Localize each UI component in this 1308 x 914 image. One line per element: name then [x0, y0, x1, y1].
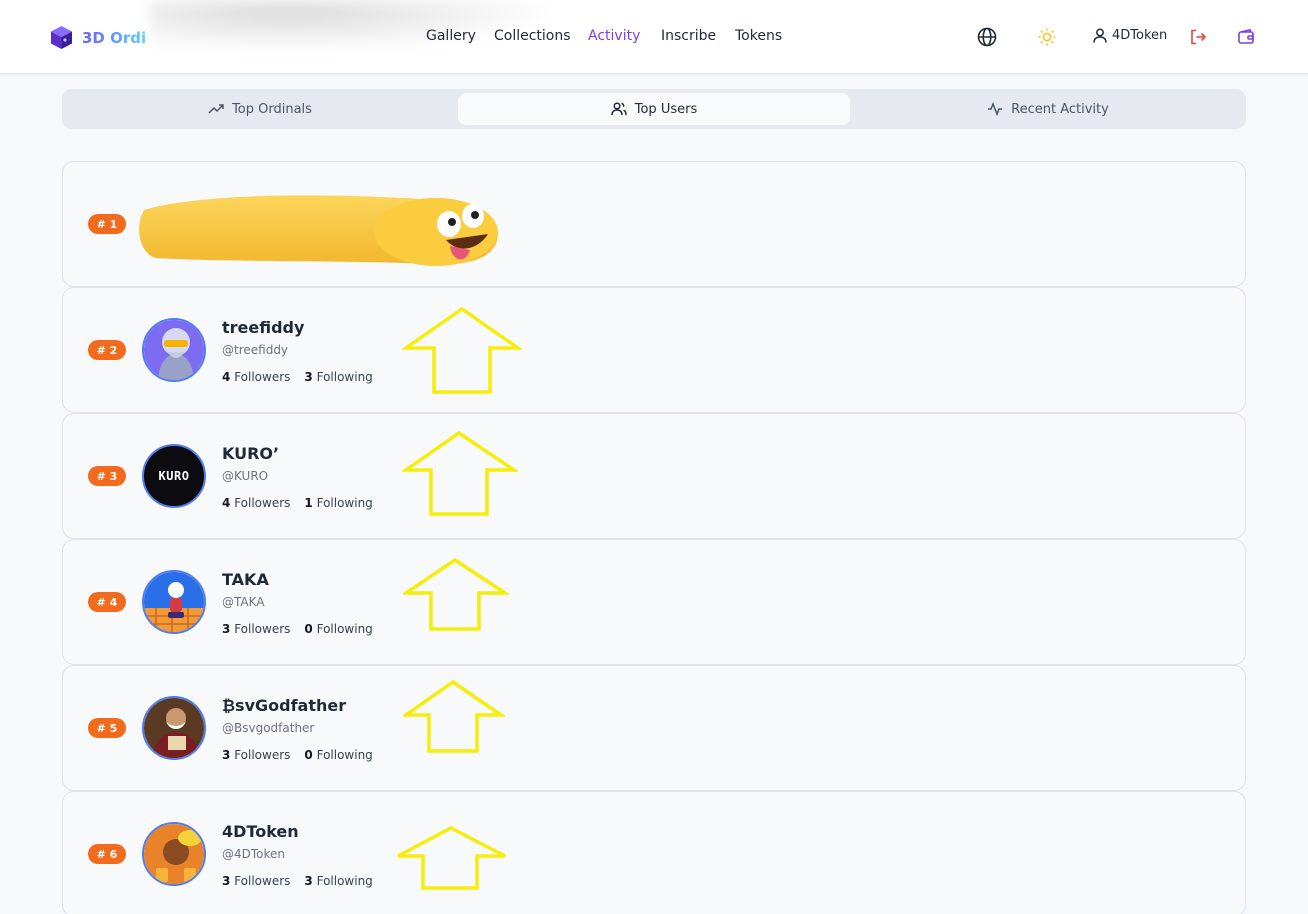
user-icon — [1093, 28, 1107, 43]
followers-stat: 4 Followers — [222, 370, 291, 384]
tab-top-ordinals-label: Top Ordinals — [232, 101, 312, 117]
user-handle: @TAKA — [222, 595, 265, 609]
following-stat: 3 Following — [304, 874, 373, 888]
avatar-image — [144, 320, 204, 380]
cube-logo-icon — [51, 26, 72, 49]
avatar[interactable] — [142, 570, 206, 634]
avatar-image — [144, 572, 204, 632]
annotation-arrow-icon — [403, 679, 505, 753]
followers-stat: 3 Followers — [222, 622, 291, 636]
user-card[interactable]: # 6 4DToken @4DToken 3 Followers 3 Follo… — [62, 791, 1246, 914]
avatar[interactable] — [142, 318, 206, 382]
tab-top-users-label: Top Users — [634, 101, 698, 117]
following-stat: 3 Following — [304, 370, 373, 384]
nav-tokens[interactable]: Tokens — [735, 28, 782, 44]
annotation-arrow-icon — [403, 557, 509, 631]
nav-gallery[interactable]: Gallery — [426, 28, 476, 44]
followers-stat: 4 Followers — [222, 496, 291, 510]
user-display-name[interactable]: 4DToken — [222, 822, 299, 841]
follow-stats: 3 Followers 0 Following — [222, 748, 373, 762]
avatar-image — [144, 824, 204, 884]
sun-icon[interactable] — [1036, 26, 1058, 48]
followers-stat: 3 Followers — [222, 748, 291, 762]
header-username: 4DToken — [1112, 28, 1168, 43]
nav-activity[interactable]: Activity — [588, 28, 640, 44]
brand-logo[interactable]: 3D Ordi — [49, 25, 146, 50]
tab-top-ordinals[interactable]: Top Ordinals — [66, 93, 454, 125]
user-display-name[interactable]: treefiddy — [222, 318, 304, 337]
tab-recent-activity[interactable]: Recent Activity — [854, 93, 1242, 125]
user-display-name[interactable]: ₿svGodfather — [222, 696, 346, 716]
avatar[interactable] — [142, 822, 206, 886]
nav-inscribe[interactable]: Inscribe — [661, 28, 716, 44]
user-card[interactable]: # 2 treefiddy @treefiddy 4 Followers 3 F… — [62, 287, 1246, 413]
tab-recent-activity-label: Recent Activity — [1011, 101, 1109, 117]
rank-badge: # 6 — [88, 844, 126, 864]
trending-up-icon — [208, 104, 224, 114]
brand-name: 3D Ordi — [82, 28, 147, 47]
follow-stats: 4 Followers 3 Following — [222, 370, 373, 384]
annotation-arrow-icon — [402, 306, 522, 394]
user-display-name[interactable]: TAKA — [222, 570, 269, 589]
logout-icon[interactable] — [1187, 26, 1209, 48]
avatar-text: KURO — [158, 469, 190, 483]
annotation-arrow-icon — [402, 430, 518, 516]
wallet-icon[interactable] — [1235, 26, 1257, 48]
user-card[interactable]: # 5 ₿svGodfather @Bsvgodfather 3 Followe… — [62, 665, 1246, 791]
follow-stats: 3 Followers 3 Following — [222, 874, 373, 888]
avatar-image — [144, 698, 204, 758]
activity-icon — [988, 102, 1003, 116]
rank-badge: # 3 — [88, 466, 126, 486]
following-stat: 1 Following — [304, 496, 373, 510]
following-stat: 0 Following — [304, 748, 373, 762]
globe-icon[interactable] — [976, 26, 998, 48]
avatar[interactable] — [142, 696, 206, 760]
users-icon — [611, 102, 627, 116]
following-stat: 0 Following — [304, 622, 373, 636]
followers-stat: 3 Followers — [222, 874, 291, 888]
rank-badge: # 2 — [88, 340, 126, 360]
avatar[interactable]: KURO — [142, 444, 206, 508]
top-navigation-bar: 3D Ordi Gallery Collections Activity Ins… — [0, 0, 1308, 74]
user-card[interactable]: # 4 TAKA @TAKA 3 Followers 0 Following — [62, 539, 1246, 665]
rank-badge: # 1 — [88, 214, 126, 234]
user-display-name[interactable]: KURO’ — [222, 444, 279, 463]
tab-top-users[interactable]: Top Users — [458, 93, 850, 125]
leaderboard-tabs: Top Ordinals Top Users Recent Activity — [62, 89, 1246, 129]
user-card[interactable]: # 3 KURO KURO’ @KURO 4 Followers 1 Follo… — [62, 413, 1246, 539]
user-handle: @Bsvgodfather — [222, 721, 315, 735]
user-handle: @KURO — [222, 469, 269, 483]
nav-collections[interactable]: Collections — [494, 28, 571, 44]
user-handle: @4DToken — [222, 847, 286, 861]
user-card[interactable]: # 1 — [62, 161, 1246, 287]
follow-stats: 3 Followers 0 Following — [222, 622, 373, 636]
rank-badge: # 5 — [88, 718, 126, 738]
follow-stats: 4 Followers 1 Following — [222, 496, 373, 510]
user-handle: @treefiddy — [222, 343, 289, 357]
redaction-emoji-smear — [139, 195, 498, 266]
annotation-arrow-icon — [397, 826, 506, 890]
rank-badge: # 4 — [88, 592, 126, 612]
user-menu[interactable]: 4DToken — [1093, 28, 1167, 43]
